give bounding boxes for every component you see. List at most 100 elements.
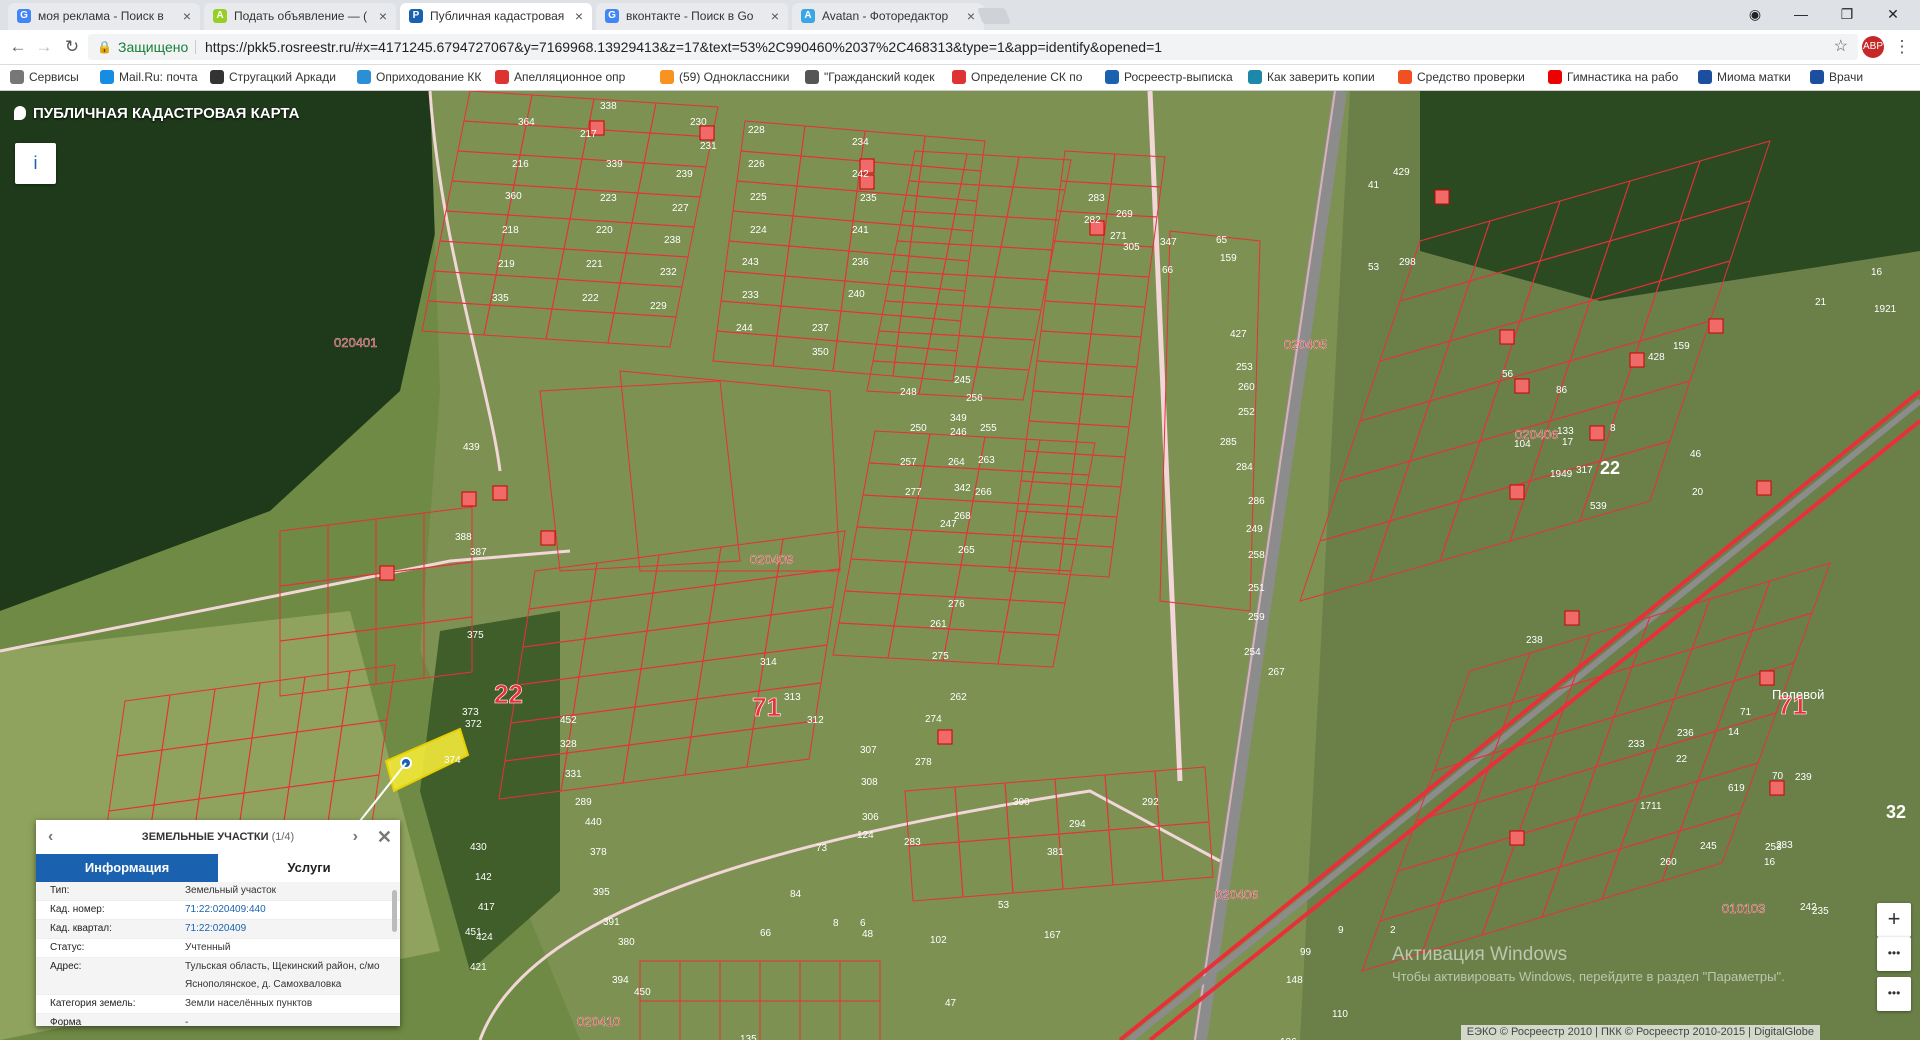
parcel-number-label: 229: [650, 301, 667, 312]
parcel-number-label: 237: [812, 323, 829, 334]
bookmark-label: Врачи: [1829, 70, 1864, 84]
close-icon[interactable]: ✕: [377, 820, 392, 854]
popup-tabs: Информация Услуги: [36, 854, 400, 882]
parcel-number-label: 254: [1244, 647, 1261, 658]
maximize-button[interactable]: ❐: [1824, 0, 1870, 30]
parcel-number-label: 314: [760, 657, 777, 668]
reload-icon[interactable]: ↻: [60, 35, 84, 59]
parcel-number-label: 233: [742, 290, 759, 301]
parcel-number-label: 265: [958, 545, 975, 556]
parcel-number-label: 47: [945, 998, 957, 1009]
info-icon[interactable]: i: [15, 143, 56, 184]
tab-services[interactable]: Услуги: [218, 854, 400, 882]
close-tab-icon[interactable]: ×: [967, 3, 975, 30]
parcel-number-label: 440: [585, 817, 602, 828]
new-tab-button[interactable]: [977, 8, 1011, 24]
attribute-value[interactable]: 71:22:020409:440: [185, 901, 400, 919]
bookmark-item[interactable]: (59) Одноклассники: [660, 65, 800, 90]
attribute-row: Адрес: Тульская область, Щекинский район,…: [36, 958, 400, 995]
bookmark-item[interactable]: Оприходование КК: [357, 65, 489, 90]
bookmark-item[interactable]: "Гражданский кодек: [805, 65, 945, 90]
parcel-number-label: 226: [748, 159, 765, 170]
parcel-number-label: 73: [816, 843, 828, 854]
bookmark-item[interactable]: Миома матки: [1698, 65, 1806, 90]
windows-activation-watermark: Активация Windows: [1392, 944, 1568, 965]
zoom-out-button[interactable]: •••: [1877, 937, 1911, 971]
bookmarks-bar: Сервисы Mail.Ru: почта Стругацкий Аркади Оп…: [0, 65, 1920, 91]
cadastral-quarter-label: 020410: [577, 1014, 620, 1029]
parcel-number-label: 306: [862, 812, 879, 823]
attribute-key: Форма: [50, 1017, 82, 1026]
zoom-in-button[interactable]: +: [1877, 903, 1911, 937]
building-marker: [540, 530, 556, 546]
map-tools-button[interactable]: •••: [1877, 977, 1911, 1011]
parcel-number-label: 236: [1677, 728, 1694, 739]
parcel-number-label: 241: [852, 225, 869, 236]
windows-icon: [1398, 70, 1412, 84]
url-text[interactable]: https://pkk5.rosreestr.ru/#x=4171245.679…: [205, 34, 1162, 60]
bookmark-item[interactable]: Апелляционное опр: [495, 65, 655, 90]
bookmark-item[interactable]: Как заверить копии: [1248, 65, 1393, 90]
parcel-number-label: 238: [664, 235, 681, 246]
browser-tab[interactable]: Gвконтакте - Поиск в Go ×: [596, 3, 788, 30]
popup-header: ‹ ЗЕМЕЛЬНЫЕ УЧАСТКИ (1/4) › ✕: [36, 820, 400, 854]
parcel-number-label: 227: [672, 203, 689, 214]
minimize-button[interactable]: —: [1778, 0, 1824, 30]
close-tab-icon[interactable]: ×: [771, 3, 779, 30]
bookmark-item[interactable]: Mail.Ru: почта: [100, 65, 205, 90]
bookmark-star-icon[interactable]: ☆: [1834, 34, 1848, 60]
attribute-value: Земли населённых пунктов: [185, 998, 313, 1009]
forward-icon[interactable]: →: [32, 35, 56, 59]
chevron-left-icon[interactable]: ‹: [48, 820, 53, 854]
bookmark-item[interactable]: Сервисы: [10, 65, 95, 90]
parcel-number-label: 387: [470, 547, 487, 558]
building-marker: [1564, 610, 1580, 626]
back-icon[interactable]: ←: [6, 35, 30, 59]
attribute-value[interactable]: 71:22:020409: [185, 920, 400, 938]
cadastral-quarter-label: 020406: [1515, 427, 1558, 442]
bookmark-item[interactable]: Росреестр-выписка: [1105, 65, 1240, 90]
extension-abp-icon[interactable]: ABP: [1862, 36, 1884, 58]
parcel-number-label: 2: [1390, 925, 1396, 936]
close-tab-icon[interactable]: ×: [379, 3, 387, 30]
avatan-icon: A: [801, 9, 815, 23]
parcel-number-label: 451: [465, 927, 482, 938]
tab-title: Подать объявление — (: [234, 9, 368, 23]
tab-title: Публичная кадастровая: [430, 9, 565, 23]
browser-tab[interactable]: A Avatan - Фоторедактор ×: [792, 3, 984, 30]
parcel-number-label: 283: [1776, 840, 1793, 851]
parcel-number-label: 256: [966, 393, 983, 404]
parcel-number-label: 84: [790, 889, 802, 900]
parcel-number-label: 421: [470, 962, 487, 973]
address-bar[interactable]: 🔒 Защищено https://pkk5.rosreestr.ru/#x=…: [88, 34, 1858, 60]
close-tab-icon[interactable]: ×: [575, 3, 583, 30]
parcel-number-label: 86: [1556, 385, 1568, 396]
chevron-right-icon[interactable]: ›: [353, 820, 358, 854]
parcel-number-label: 159: [1220, 253, 1237, 264]
cadastral-map[interactable]: 364 338 230 217 231 228 234 216 339 239 226 242 360 2…: [0, 91, 1920, 1040]
close-window-button[interactable]: ✕: [1870, 0, 1916, 30]
parcel-number-label: 70: [1772, 771, 1784, 782]
popup-scrollbar[interactable]: [392, 890, 397, 932]
parcel-number-label: 360: [505, 191, 522, 202]
bookmark-item[interactable]: Определение СК по: [952, 65, 1097, 90]
bookmark-label: Миома матки: [1717, 70, 1791, 84]
browser-tab[interactable]: Gмоя реклама - Поиск в ×: [8, 3, 200, 30]
bookmark-item[interactable]: Средство проверки: [1398, 65, 1543, 90]
secure-label: Защищено: [118, 39, 189, 55]
profile-icon[interactable]: ◉: [1732, 0, 1778, 30]
bookmark-item[interactable]: Стругацкий Аркади: [210, 65, 350, 90]
close-tab-icon[interactable]: ×: [183, 3, 191, 30]
attribute-row: Категория земель: Земли населённых пункто…: [36, 995, 400, 1014]
bookmark-item[interactable]: Гимнастика на рабо: [1548, 65, 1693, 90]
tab-information[interactable]: Информация: [36, 854, 218, 882]
parcel-number-label: 65: [1216, 235, 1228, 246]
parcel-number-label: 266: [975, 487, 992, 498]
bookmark-item[interactable]: Врачи: [1810, 65, 1900, 90]
menu-icon[interactable]: ⋮: [1890, 35, 1914, 59]
browser-tab[interactable]: A Подать объявление — (×: [204, 3, 396, 30]
browser-tab[interactable]: P Публичная кадастровая ×: [400, 3, 592, 30]
parcel-number-label: 255: [980, 423, 997, 434]
parcel-number-label: 286: [1248, 496, 1265, 507]
building-marker: [492, 485, 508, 501]
